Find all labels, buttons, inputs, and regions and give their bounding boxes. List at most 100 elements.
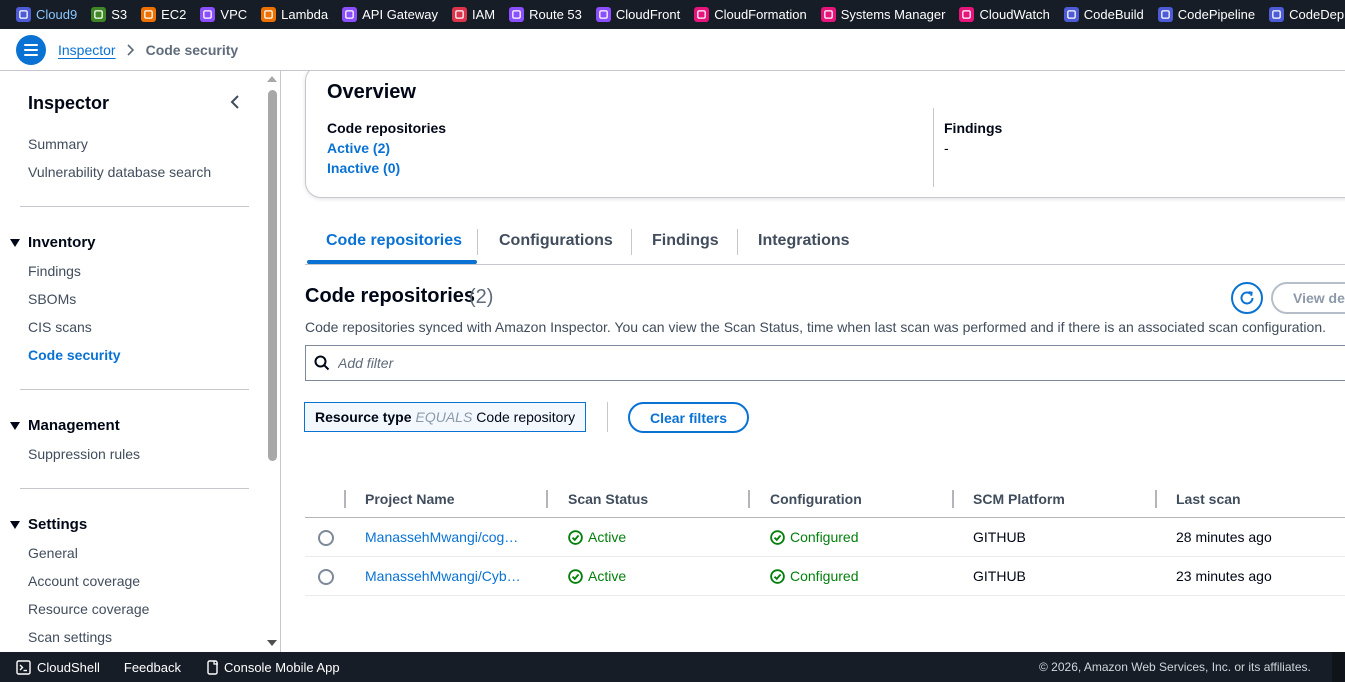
service-shortcuts-bar: Cloud9 S3 EC2 VPC Lambda API Gateway IAM Route … [0, 0, 1345, 29]
service-shortcut-cloudwatch[interactable]: CloudWatch [959, 7, 1050, 22]
iam-icon [452, 7, 467, 22]
service-shortcut-label: CodeBuild [1083, 7, 1144, 22]
token-divider [607, 402, 608, 432]
service-shortcut-cloudformation[interactable]: CloudFormation [694, 7, 807, 22]
api-gateway-icon [342, 7, 358, 22]
tab-code-repositories[interactable]: Code repositories [326, 217, 462, 265]
column-header-scan-status[interactable]: Scan Status [568, 491, 648, 507]
tab-separator [477, 229, 478, 255]
sidebar-item-findings[interactable]: Findings [28, 263, 81, 279]
service-shortcut-ec2[interactable]: EC2 [141, 7, 186, 22]
breadcrumb-inspector-link[interactable]: Inspector [58, 42, 116, 58]
table-row[interactable]: ManassehMwangi/cog… Active Configured GI… [305, 518, 1345, 557]
service-shortcut-lambda[interactable]: Lambda [261, 7, 328, 22]
cloud9-icon [16, 7, 31, 22]
sidebar-item-general[interactable]: General [28, 545, 78, 561]
token-operator: EQUALS [415, 409, 473, 425]
column-resizer[interactable] [952, 490, 954, 508]
chevron-left-icon[interactable] [228, 94, 244, 110]
tab-integrations[interactable]: Integrations [758, 217, 850, 265]
service-shortcut-cloud9[interactable]: Cloud9 [16, 7, 77, 22]
sidebar-section-inventory[interactable]: Inventory [10, 234, 96, 251]
section-description: Code repositories synced with Amazon Ins… [305, 319, 1327, 335]
last-scan: 28 minutes ago [1176, 529, 1272, 545]
column-header-scm-platform[interactable]: SCM Platform [973, 491, 1065, 507]
column-header-configuration[interactable]: Configuration [770, 491, 862, 507]
ec2-icon [141, 7, 157, 22]
sidebar-section-settings[interactable]: Settings [10, 516, 87, 533]
service-shortcut-codebuild[interactable]: CodeBuild [1063, 7, 1144, 22]
sidebar-item-account-coverage[interactable]: Account coverage [28, 573, 140, 589]
scroll-down-arrow-icon[interactable] [267, 640, 277, 646]
clear-filters-button[interactable]: Clear filters [628, 402, 749, 433]
status-success-icon [568, 529, 583, 545]
project-name-link[interactable]: ManassehMwangi/cog… [365, 529, 523, 545]
filter-token[interactable]: Resource type EQUALS Code repository [304, 402, 587, 432]
tab-findings[interactable]: Findings [652, 217, 719, 265]
property-filter[interactable] [305, 345, 1345, 381]
overview-divider [933, 108, 934, 187]
service-shortcut-s3[interactable]: S3 [91, 7, 127, 22]
scan-status: Active [568, 568, 626, 584]
sidebar-item-cis-scans[interactable]: CIS scans [28, 319, 92, 335]
sidebar-section-management[interactable]: Management [10, 417, 120, 434]
view-details-button[interactable]: View de [1271, 282, 1345, 314]
copyright-text: © 2026, Amazon Web Services, Inc. or its… [1039, 660, 1311, 674]
tab-separator [737, 229, 738, 255]
sidebar-section-label: Inventory [28, 234, 96, 251]
service-shortcut-label: IAM [472, 7, 496, 22]
service-shortcut-label: Cloud9 [36, 7, 78, 22]
service-shortcut-label: S3 [111, 7, 128, 22]
row-select-radio[interactable] [318, 530, 334, 546]
column-header-project-name[interactable]: Project Name [365, 491, 454, 507]
configuration-text: Configured [790, 568, 859, 584]
sidebar-item-sboms[interactable]: SBOMs [28, 291, 76, 307]
service-shortcut-api-gateway[interactable]: API Gateway [342, 7, 438, 22]
sidebar-divider [20, 488, 249, 489]
column-resizer[interactable] [344, 490, 346, 508]
hamburger-icon [24, 43, 38, 56]
console-mobile-app-link[interactable]: Console Mobile App [207, 660, 340, 675]
service-shortcut-codepipeline[interactable]: CodePipeline [1157, 7, 1255, 22]
inactive-repositories-link[interactable]: Inactive (0) [327, 160, 400, 176]
sidebar-title: Inspector [28, 93, 110, 113]
service-shortcut-label: Systems Manager [840, 7, 946, 22]
sidebar-item-vulnerability-database-search[interactable]: Vulnerability database search [28, 164, 211, 180]
code-repositories-label: Code repositories [327, 120, 447, 136]
table-header: Project Name Scan Status Configuration S… [305, 485, 1345, 518]
row-select-radio[interactable] [318, 569, 334, 585]
refresh-button[interactable] [1231, 282, 1263, 314]
sidebar-item-scan-settings[interactable]: Scan settings [28, 629, 112, 645]
side-navigation: Inspector Summary Vulnerability database… [0, 71, 281, 652]
table-row[interactable]: ManassehMwangi/Cyb… Active Configured GI… [305, 557, 1345, 596]
navigation-menu-button[interactable] [16, 34, 46, 65]
configuration-status: Configured [770, 568, 859, 584]
filter-input[interactable] [338, 355, 1238, 371]
column-resizer[interactable] [748, 490, 750, 508]
project-name-link[interactable]: ManassehMwangi/Cyb… [365, 568, 523, 584]
lambda-icon [261, 7, 277, 22]
console-footer: CloudShell Feedback Console Mobile App ©… [0, 652, 1345, 682]
scroll-up-arrow-icon[interactable] [267, 76, 277, 82]
sidebar-scrollbar-thumb[interactable] [268, 90, 277, 461]
column-resizer[interactable] [546, 490, 548, 508]
service-shortcut-iam[interactable]: IAM [452, 7, 495, 22]
service-shortcut-vpc[interactable]: VPC [200, 7, 247, 22]
column-header-last-scan[interactable]: Last scan [1176, 491, 1241, 507]
service-shortcut-route-53[interactable]: Route 53 [509, 7, 582, 22]
service-shortcut-codedeploy[interactable]: CodeDeploy [1269, 7, 1345, 22]
sidebar-item-code-security[interactable]: Code security [28, 347, 121, 363]
sidebar-item-summary[interactable]: Summary [28, 136, 88, 152]
tab-configurations[interactable]: Configurations [499, 217, 613, 265]
sidebar-item-resource-coverage[interactable]: Resource coverage [28, 601, 149, 617]
sidebar-divider [20, 389, 249, 390]
active-repositories-link[interactable]: Active (2) [327, 140, 390, 156]
feedback-link[interactable]: Feedback [124, 660, 181, 675]
service-shortcut-cloudfront[interactable]: CloudFront [595, 7, 681, 22]
service-shortcut-systems-manager[interactable]: Systems Manager [820, 7, 946, 22]
cloudshell-button[interactable]: CloudShell [16, 660, 100, 675]
route53-icon [509, 7, 525, 22]
sidebar-item-suppression-rules[interactable]: Suppression rules [28, 446, 140, 462]
column-resizer[interactable] [1155, 490, 1157, 508]
service-shortcut-label: CloudFront [615, 7, 681, 22]
